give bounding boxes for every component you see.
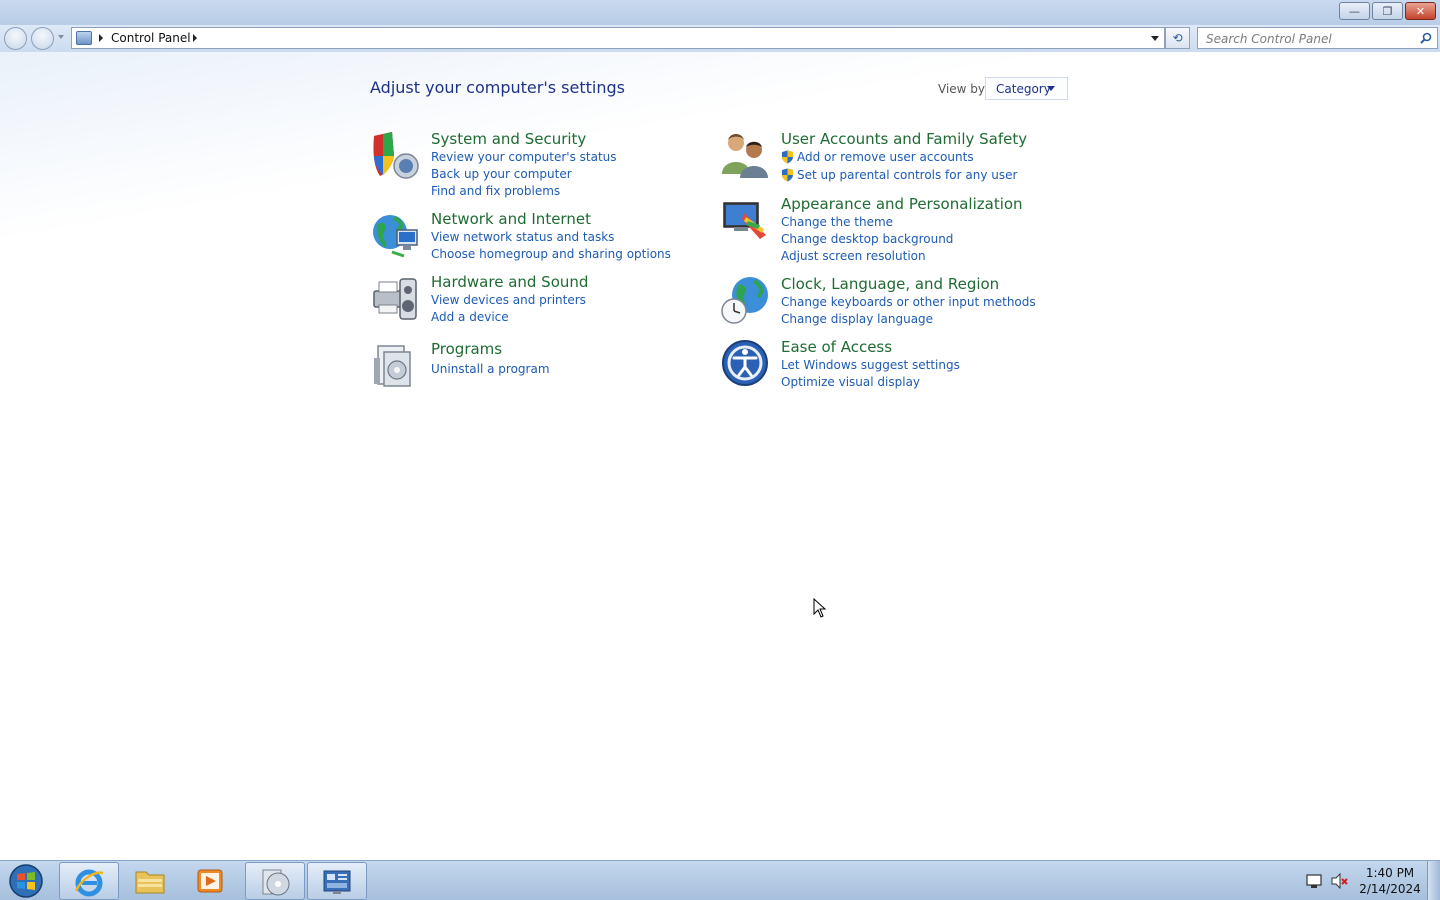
media-player-icon	[197, 869, 223, 893]
disc-burner-icon	[262, 869, 290, 896]
close-button[interactable]: ✕	[1405, 2, 1436, 20]
caption-buttons: — ❐ ✕	[1339, 2, 1436, 20]
action-center-icon[interactable]	[1305, 873, 1323, 889]
network-globe-icon[interactable]	[370, 210, 420, 260]
uac-shield-icon	[782, 150, 793, 164]
category-link[interactable]: Add a device	[431, 310, 509, 324]
category-link[interactable]: View devices and printers	[431, 293, 586, 307]
refresh-button[interactable]: ⟲	[1165, 27, 1190, 49]
category-programs: Programs Uninstall a program	[370, 340, 670, 390]
page-title: Adjust your computer's settings	[370, 78, 625, 97]
ease-of-access-icon[interactable]	[720, 338, 770, 388]
breadcrumb-chevron-icon[interactable]	[193, 34, 197, 42]
address-dropdown-icon[interactable]	[1151, 36, 1159, 41]
category-link[interactable]: Choose homegroup and sharing options	[431, 247, 671, 261]
category-link[interactable]: Change display language	[781, 312, 933, 326]
taskbar-internet-explorer[interactable]	[59, 862, 119, 900]
address-bar[interactable]: Control Panel	[71, 27, 1165, 49]
taskbar-media-player[interactable]	[181, 862, 241, 900]
category-title[interactable]: User Accounts and Family Safety	[781, 130, 1027, 148]
navigation-bar: Control Panel ⟲ Search Control Panel	[0, 25, 1440, 52]
volume-muted-icon[interactable]	[1330, 873, 1348, 889]
control-panel-location-icon	[76, 31, 92, 45]
internet-explorer-icon	[74, 869, 104, 897]
category-link[interactable]: Uninstall a program	[431, 362, 550, 376]
category-link[interactable]: Change keyboards or other input methods	[781, 295, 1036, 309]
category-link[interactable]: Optimize visual display	[781, 375, 920, 389]
category-network-internet: Network and Internet View network status…	[370, 210, 671, 265]
window-title-bar[interactable]: — ❐ ✕	[0, 0, 1440, 25]
category-clock-language-region: Clock, Language, and Region Change keybo…	[720, 275, 1040, 330]
forward-button[interactable]	[31, 27, 54, 50]
category-title[interactable]: Ease of Access	[781, 338, 892, 356]
category-appearance: Appearance and Personalization Change th…	[720, 195, 1040, 265]
minimize-button[interactable]: —	[1339, 2, 1370, 20]
category-hardware-sound: Hardware and Sound View devices and prin…	[370, 273, 670, 328]
category-link[interactable]: Adjust screen resolution	[781, 249, 926, 263]
view-by-label: View by:	[938, 82, 989, 96]
programs-box-icon[interactable]	[370, 340, 420, 390]
category-title[interactable]: Clock, Language, and Region	[781, 275, 999, 293]
search-input[interactable]: Search Control Panel	[1197, 27, 1438, 49]
category-link[interactable]: Back up your computer	[431, 167, 572, 181]
category-title[interactable]: Appearance and Personalization	[781, 195, 1023, 213]
category-link[interactable]: Find and fix problems	[431, 184, 560, 198]
clock-globe-icon[interactable]	[720, 275, 770, 325]
category-title[interactable]: System and Security	[431, 130, 586, 148]
view-by-value: Category	[996, 82, 1051, 96]
category-title[interactable]: Network and Internet	[431, 210, 591, 228]
clock-date[interactable]: 2/14/2024	[1350, 882, 1430, 896]
chevron-down-icon	[1047, 86, 1055, 91]
category-link[interactable]: Change the theme	[781, 215, 893, 229]
category-title[interactable]: Hardware and Sound	[431, 273, 588, 291]
clock-time[interactable]: 1:40 PM	[1350, 866, 1430, 880]
start-button[interactable]	[6, 863, 46, 899]
search-icon[interactable]	[1420, 32, 1432, 44]
category-link[interactable]: Review your computer's status	[431, 150, 617, 164]
taskbar-file-explorer[interactable]	[121, 862, 181, 900]
category-link[interactable]: Add or remove user accounts	[797, 150, 974, 164]
system-security-shield-icon[interactable]	[370, 130, 420, 180]
category-title[interactable]: Programs	[431, 340, 502, 358]
breadcrumb-chevron-icon[interactable]	[99, 34, 103, 42]
printer-speaker-icon[interactable]	[370, 273, 420, 323]
back-button[interactable]	[4, 27, 27, 50]
view-by-dropdown[interactable]: Category	[985, 77, 1068, 100]
taskbar-disc-burner[interactable]	[245, 862, 305, 900]
control-panel-content: Adjust your computer's settings View by:…	[0, 52, 1440, 860]
category-link[interactable]: Change desktop background	[781, 232, 953, 246]
users-icon[interactable]	[720, 130, 770, 180]
breadcrumb-control-panel[interactable]: Control Panel	[111, 31, 191, 45]
category-user-accounts: User Accounts and Family Safety Add or r…	[720, 130, 1040, 185]
recent-pages-dropdown[interactable]	[58, 35, 64, 39]
file-explorer-icon	[135, 871, 165, 894]
show-desktop-button[interactable]	[1427, 861, 1440, 900]
taskbar: 1:40 PM 2/14/2024	[0, 860, 1440, 900]
restore-button[interactable]: ❐	[1372, 2, 1403, 20]
taskbar-control-panel[interactable]	[307, 862, 367, 900]
category-link[interactable]: Set up parental controls for any user	[797, 168, 1017, 182]
monitor-palette-icon[interactable]	[720, 195, 770, 245]
uac-shield-icon	[782, 168, 793, 182]
category-link[interactable]: Let Windows suggest settings	[781, 358, 960, 372]
search-placeholder: Search Control Panel	[1206, 32, 1332, 46]
mouse-pointer-icon	[813, 598, 827, 618]
category-ease-of-access: Ease of Access Let Windows suggest setti…	[720, 338, 1040, 393]
control-panel-icon	[323, 870, 351, 894]
category-system-security: System and Security Review your computer…	[370, 130, 670, 200]
category-link[interactable]: View network status and tasks	[431, 230, 614, 244]
